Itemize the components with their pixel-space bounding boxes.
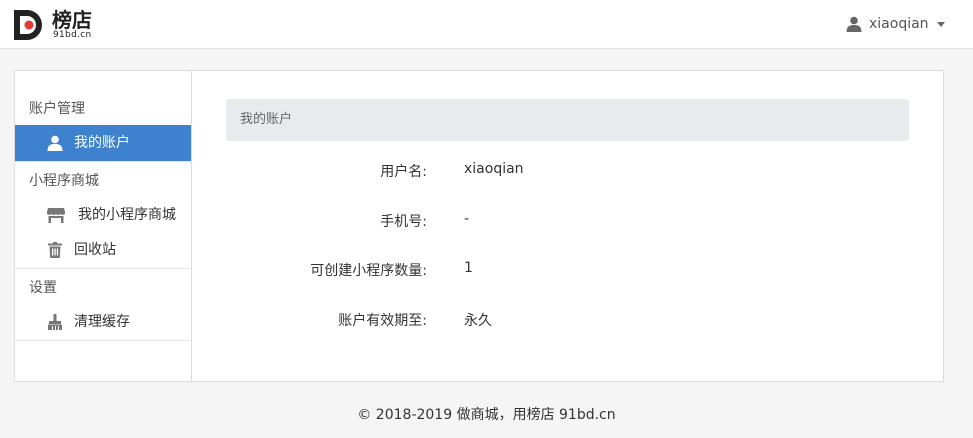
sidebar-item-label: 我的账户 [74, 135, 130, 151]
top-header: 榜店 91bd.cn xiaoqian [0, 0, 973, 49]
sidebar-item-label: 我的小程序商城 [78, 207, 176, 223]
broom-icon [48, 314, 62, 330]
field-value-miniapp-quota: 1 [464, 260, 473, 276]
sidebar-item-label: 清理缓存 [74, 314, 130, 330]
footer-copyright: © 2018-2019 做商城，用榜店 91bd.cn [357, 407, 616, 423]
field-label-phone: 手机号: [380, 214, 427, 230]
sidebar-group-miniapp: 小程序商城 [29, 173, 99, 189]
user-icon [846, 16, 862, 32]
username-label: xiaoqian [869, 16, 929, 32]
sidebar: 账户管理 我的账户 小程序商城 我的小程序商城 回收站 设置 清理缓存 [15, 71, 192, 381]
page-title: 我的账户 [226, 99, 909, 141]
field-value-phone: - [464, 211, 470, 227]
sidebar-item-label: 回收站 [74, 242, 116, 258]
sidebar-item-clear-cache[interactable]: 清理缓存 [15, 304, 191, 340]
sidebar-item-recycle-bin[interactable]: 回收站 [15, 232, 191, 268]
field-label-miniapp-quota: 可创建小程序数量: [310, 263, 427, 279]
logo-mark-icon [14, 10, 42, 40]
logo-domain: 91bd.cn [53, 30, 92, 40]
divider [15, 340, 191, 341]
logo[interactable]: 榜店 91bd.cn [13, 9, 103, 41]
logo-name: 榜店 [52, 8, 92, 32]
main-panel: 账户管理 我的账户 小程序商城 我的小程序商城 回收站 设置 清理缓存 我的账户… [14, 70, 944, 382]
field-label-expiry: 账户有效期至: [338, 313, 427, 329]
trash-icon [48, 242, 62, 258]
sidebar-item-my-miniapp-store[interactable]: 我的小程序商城 [15, 197, 191, 233]
field-label-username: 用户名: [380, 164, 427, 180]
sidebar-group-account: 账户管理 [29, 101, 85, 117]
user-menu-dropdown[interactable]: xiaoqian [846, 13, 945, 35]
divider [15, 161, 191, 162]
divider [15, 268, 191, 269]
sidebar-group-settings: 设置 [29, 280, 57, 296]
store-icon [47, 208, 65, 223]
caret-down-icon [936, 21, 945, 27]
user-icon [47, 135, 63, 151]
sidebar-item-my-account[interactable]: 我的账户 [15, 125, 191, 161]
field-value-expiry: 永久 [464, 313, 492, 329]
field-value-username: xiaoqian [464, 161, 524, 177]
